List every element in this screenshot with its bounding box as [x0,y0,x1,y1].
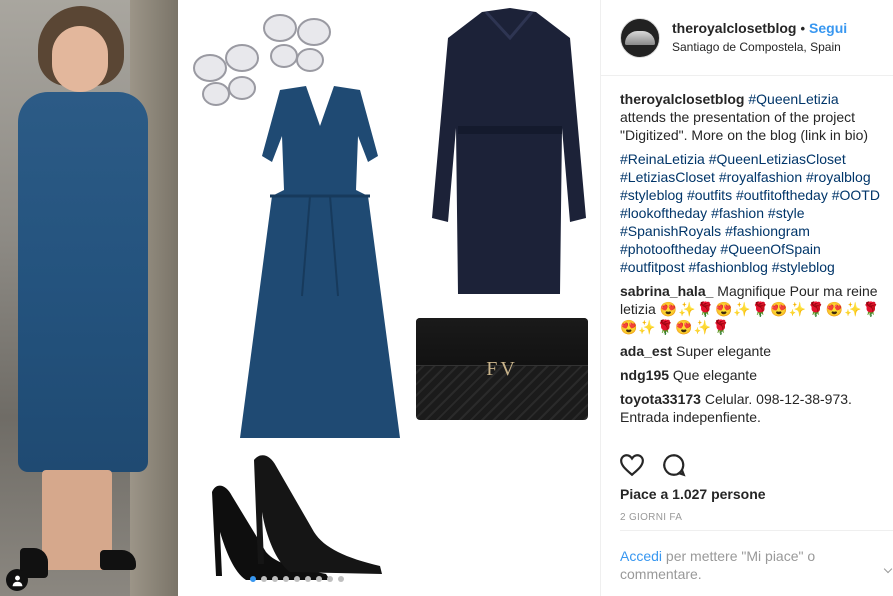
caption-mention[interactable]: #QueenLetizia [748,91,838,107]
hashtag-link[interactable]: #royalfashion [719,169,802,185]
hashtag-link[interactable]: #styleblog [620,187,683,203]
hashtag-link[interactable]: #QueenLetiziasCloset [709,151,846,167]
comment-username[interactable]: toyota33173 [620,391,701,407]
carousel-dot[interactable] [316,576,322,582]
hashtag-link[interactable]: #fashion [711,205,764,221]
carousel-dot[interactable] [338,576,344,582]
post-timestamp: 2 GIORNI FA [620,512,683,523]
comments-list: theroyalclosetblog #QueenLetizia attends… [601,76,887,426]
comment: sabrina_hala_ Magnifique Pour ma reine l… [620,282,887,336]
hashtag-link[interactable]: #QueenOfSpain [720,241,820,257]
post-image-carousel[interactable]: FV [0,0,600,596]
hashtag-link[interactable]: #photooftheday [620,241,717,257]
carousel-dot[interactable] [250,576,256,582]
carousel-dot[interactable] [305,576,311,582]
avatar[interactable] [620,17,660,58]
header-username[interactable]: theroyalclosetblog [672,20,796,36]
carousel-dot[interactable] [327,576,333,582]
hashtag-link[interactable]: #outfits [687,187,732,203]
caption: theroyalclosetblog #QueenLetizia attends… [620,90,887,144]
hashtag-link[interactable]: #lookoftheday [620,205,707,221]
likes-count[interactable]: Piace a 1.027 persone [620,486,766,502]
black-pumps-image [212,455,382,580]
carousel-indicator [250,576,344,582]
clutch-bag-image: FV [416,318,588,420]
navy-coat-image [432,8,586,294]
caption-hashtags: #ReinaLetizia #QueenLetiziasCloset #Leti… [620,150,887,276]
hashtag-link[interactable]: #outfitoftheday [736,187,828,203]
location-link[interactable]: Santiago de Compostela, Spain [672,38,847,56]
hashtag-link[interactable]: #fashiongram [725,223,810,239]
carousel-dot[interactable] [261,576,267,582]
caption-username[interactable]: theroyalclosetblog [620,91,744,107]
comment-username[interactable]: ndg195 [620,367,669,383]
hashtag-link[interactable]: #SpanishRoyals [620,223,721,239]
comment-emoji: 😍✨🌹😍✨🌹😍✨🌹😍✨🌹😍✨🌹😍✨🌹 [620,301,881,335]
hashtag-link[interactable]: #styleblog [772,259,835,275]
hashtag-link[interactable]: #LetiziasCloset [620,169,715,185]
carousel-dot[interactable] [272,576,278,582]
comment-bubble-icon[interactable] [661,452,687,481]
comment-text: Super elegante [676,343,772,359]
hashtag-link[interactable]: #ReinaLetizia [620,151,705,167]
hashtag-link[interactable]: #OOTD [832,187,880,203]
comment: toyota33173 Celular. 098-12-38-973. Entr… [620,390,887,426]
comment: ndg195 Que elegante [620,366,887,384]
comment-username[interactable]: ada_est [620,343,672,359]
caption-text: attends the presentation of the project … [620,109,869,143]
hashtag-link[interactable]: #fashionblog [689,259,768,275]
comment: ada_est Super elegante [620,342,887,360]
divider [620,530,893,531]
blue-dress-image [240,86,400,438]
post-actions [619,452,687,481]
comment-text: Que elegante [672,367,757,383]
clutch-monogram: FV [486,358,518,380]
hashtag-link[interactable]: #royalblog [806,169,871,185]
hashtag-link[interactable]: #style [768,205,805,221]
header-separator: • [800,21,806,36]
post-side-panel: theroyalclosetblog • Segui Santiago de Com… [600,0,893,596]
scroll-down-icon[interactable] [883,564,893,574]
user-tag-icon[interactable] [6,569,28,591]
login-link[interactable]: Accedi [620,548,662,564]
comment-username[interactable]: sabrina_hala_ [620,283,713,299]
carousel-dot[interactable] [294,576,300,582]
login-prompt: Accedi per mettere "Mi piace" o commenta… [620,547,880,583]
post-header: theroyalclosetblog • Segui Santiago de Com… [601,0,893,76]
follow-button[interactable]: Segui [809,20,847,36]
heart-icon[interactable] [619,452,645,481]
carousel-dot[interactable] [283,576,289,582]
photo-queen-letizia [0,0,178,596]
hashtag-link[interactable]: #outfitpost [620,259,685,275]
